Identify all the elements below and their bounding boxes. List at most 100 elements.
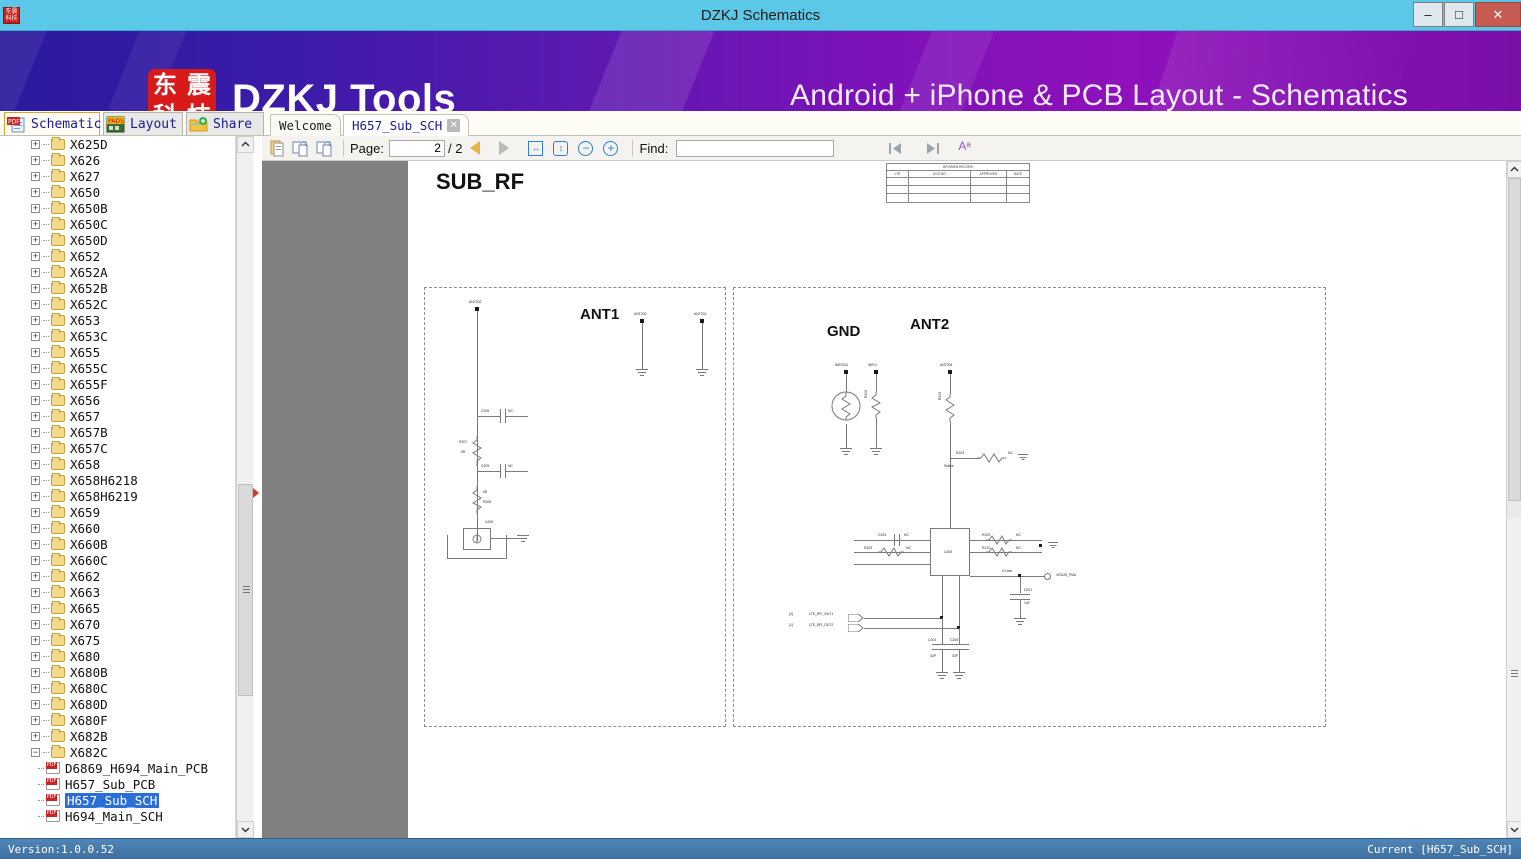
find-previous-icon[interactable] (886, 139, 905, 158)
tree-folder-node[interactable]: + X657 (0, 408, 235, 424)
collapse-icon[interactable]: − (31, 747, 40, 757)
expand-icon[interactable]: + (31, 363, 40, 373)
expand-icon[interactable]: + (31, 347, 40, 357)
tree-folder-node[interactable]: + X653C (0, 328, 235, 344)
tree-folder-node[interactable]: + X680 (0, 648, 235, 664)
expand-icon[interactable]: + (31, 171, 40, 181)
find-input[interactable] (676, 139, 835, 157)
expand-icon[interactable]: + (31, 427, 40, 437)
expand-icon[interactable]: + (31, 699, 40, 709)
expand-icon[interactable]: + (31, 651, 40, 661)
zoom-in-icon[interactable]: + (603, 139, 622, 158)
tree-folder-node-expanded[interactable]: − X682C (0, 744, 235, 760)
zoom-out-icon[interactable]: − (578, 139, 597, 158)
fit-width-icon[interactable]: ↔ (528, 139, 547, 158)
expand-icon[interactable]: + (31, 267, 40, 277)
tree-folder-node[interactable]: + X680C (0, 680, 235, 696)
tab-share[interactable]: Share (186, 112, 264, 135)
close-button[interactable]: ✕ (1475, 2, 1521, 27)
panel-splitter-handle[interactable] (253, 488, 259, 498)
doc-tab-welcome[interactable]: Welcome (270, 114, 341, 136)
tree-folder-node[interactable]: + X660B (0, 536, 235, 552)
tree-folder-node[interactable]: + X657C (0, 440, 235, 456)
expand-icon[interactable]: + (31, 411, 40, 421)
previous-page-icon[interactable] (470, 139, 489, 158)
expand-icon[interactable]: + (31, 507, 40, 517)
tree-folder-node[interactable]: + X682B (0, 728, 235, 744)
tree-folder-node[interactable]: + X658H6219 (0, 488, 235, 504)
tree-scroll-up-button[interactable] (237, 136, 254, 153)
expand-icon[interactable]: + (31, 667, 40, 677)
tree-folder-node[interactable]: + X652 (0, 248, 235, 264)
insert-page-icon[interactable] (314, 139, 333, 158)
expand-icon[interactable]: + (31, 587, 40, 597)
tree-folder-node[interactable]: + X663 (0, 584, 235, 600)
next-page-icon[interactable] (499, 139, 518, 158)
expand-icon[interactable]: + (31, 251, 40, 261)
tree-folder-node[interactable]: + X655F (0, 376, 235, 392)
tab-layout[interactable]: PADS Layout (103, 112, 183, 135)
expand-icon[interactable]: + (31, 443, 40, 453)
tree-folder-node[interactable]: + X655 (0, 344, 235, 360)
file-tree-panel[interactable]: + X625D + X626 + X627 + X650 + X650B + X650C + X650D +… (0, 136, 236, 838)
document-scroll-thumb[interactable] (1508, 178, 1521, 501)
document-scroll-down-button[interactable] (1507, 821, 1521, 838)
expand-icon[interactable]: + (31, 571, 40, 581)
tree-folder-node[interactable]: + X658H6218 (0, 472, 235, 488)
tree-file-node[interactable]: H694_Main_SCH (0, 808, 235, 824)
extract-page-icon[interactable] (291, 139, 310, 158)
tree-folder-node[interactable]: + X655C (0, 360, 235, 376)
document-scroll-track[interactable] (1507, 501, 1521, 678)
expand-icon[interactable]: + (31, 379, 40, 389)
tree-folder-node[interactable]: + X625D (0, 136, 235, 152)
expand-icon[interactable]: + (31, 219, 40, 229)
expand-icon[interactable]: + (31, 203, 40, 213)
doc-tab-h657-sub-sch[interactable]: H657_Sub_SCH ✕ (343, 114, 470, 136)
expand-icon[interactable]: + (31, 539, 40, 549)
tree-folder-node[interactable]: + X650B (0, 200, 235, 216)
tree-folder-node[interactable]: + X659 (0, 504, 235, 520)
tree-folder-node[interactable]: + X680B (0, 664, 235, 680)
expand-icon[interactable]: + (31, 635, 40, 645)
expand-icon[interactable]: + (31, 459, 40, 469)
tree-folder-node[interactable]: + X662 (0, 568, 235, 584)
expand-icon[interactable]: + (31, 331, 40, 341)
tree-folder-node[interactable]: + X660C (0, 552, 235, 568)
close-icon[interactable]: ✕ (447, 119, 461, 132)
tree-folder-node[interactable]: + X675 (0, 632, 235, 648)
tree-folder-node[interactable]: + X656 (0, 392, 235, 408)
tree-folder-node[interactable]: + X653 (0, 312, 235, 328)
expand-icon[interactable]: + (31, 155, 40, 165)
find-next-icon[interactable] (923, 139, 942, 158)
fit-page-icon[interactable]: ↕ (553, 139, 572, 158)
expand-icon[interactable]: + (31, 683, 40, 693)
expand-icon[interactable]: + (31, 715, 40, 725)
expand-icon[interactable]: + (31, 315, 40, 325)
tree-file-node[interactable]: H657_Sub_PCB (0, 776, 235, 792)
tree-folder-node[interactable]: + X650C (0, 216, 235, 232)
page-number-input[interactable]: 2 (388, 139, 445, 157)
tree-folder-node[interactable]: + X652A (0, 264, 235, 280)
tree-folder-node[interactable]: + X650 (0, 184, 235, 200)
tree-folder-node[interactable]: + X652B (0, 280, 235, 296)
tree-scroll-down-button[interactable] (237, 821, 254, 838)
expand-icon[interactable]: + (31, 619, 40, 629)
expand-icon[interactable]: + (31, 395, 40, 405)
tree-folder-node[interactable]: + X650D (0, 232, 235, 248)
tree-scrollbar[interactable] (236, 136, 254, 838)
expand-icon[interactable]: + (31, 491, 40, 501)
expand-icon[interactable]: + (31, 555, 40, 565)
maximize-button[interactable]: □ (1444, 2, 1474, 27)
expand-icon[interactable]: + (31, 187, 40, 197)
expand-icon[interactable]: + (31, 603, 40, 613)
expand-icon[interactable]: + (31, 139, 40, 149)
tree-folder-node[interactable]: + X660 (0, 520, 235, 536)
expand-icon[interactable]: + (31, 475, 40, 485)
tree-scroll-thumb[interactable] (238, 484, 253, 696)
tree-folder-node[interactable]: + X658 (0, 456, 235, 472)
tree-folder-node[interactable]: + X680F (0, 712, 235, 728)
tree-folder-node[interactable]: + X670 (0, 616, 235, 632)
tree-folder-node[interactable]: + X627 (0, 168, 235, 184)
find-options-icon[interactable]: Aᵃ (958, 139, 977, 158)
pdf-viewer-canvas[interactable]: SUB_RF REVISION RECORD LTR ECO NO APPROV… (262, 161, 1506, 838)
